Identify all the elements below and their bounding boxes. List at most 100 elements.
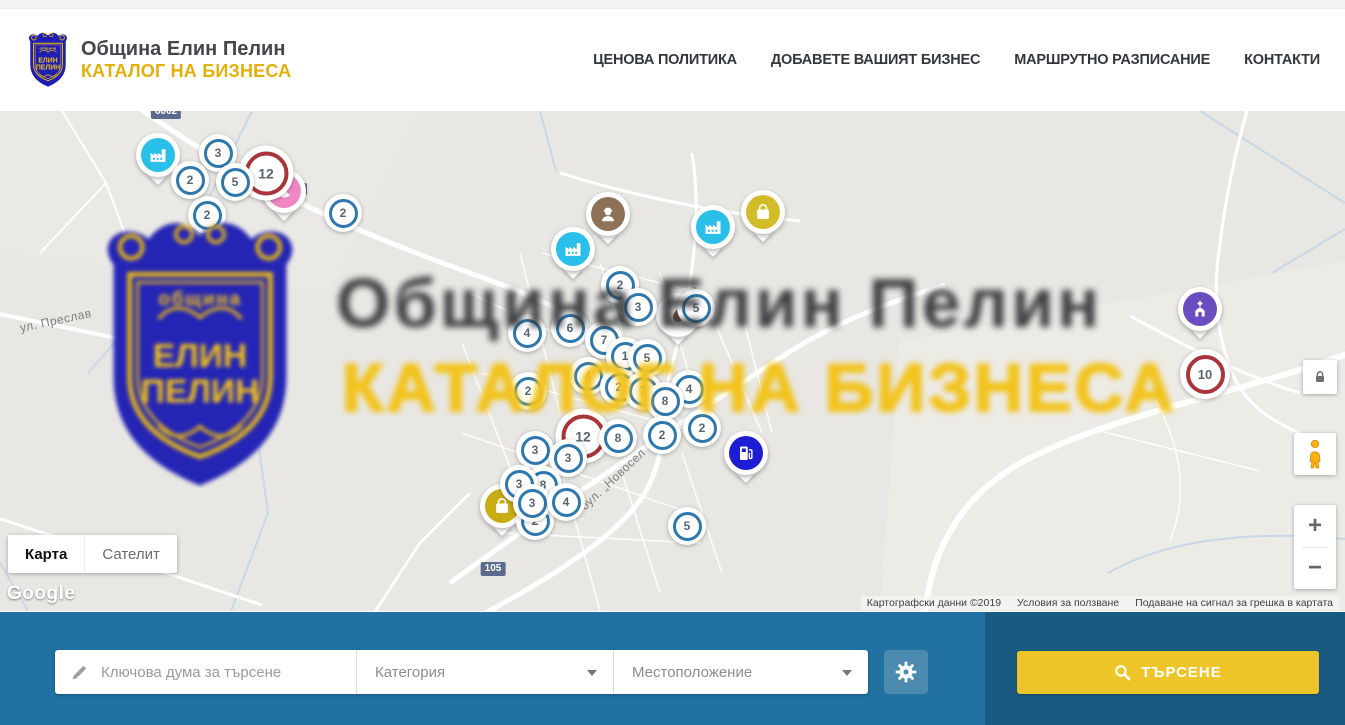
road-badge: 6002 bbox=[151, 111, 181, 119]
map-type-map-button[interactable]: Карта bbox=[8, 535, 84, 573]
cluster-count: 2 bbox=[176, 166, 205, 195]
cluster-marker[interactable]: 8 bbox=[599, 419, 637, 457]
worker-icon bbox=[598, 204, 618, 224]
map-attribution: Картографски данни ©2019 Условия за полз… bbox=[861, 596, 1339, 610]
cluster-marker[interactable]: 2 bbox=[643, 416, 681, 454]
cluster-count: 2 bbox=[329, 199, 358, 228]
pegman-icon bbox=[1302, 439, 1328, 469]
category-select[interactable]: Категория bbox=[357, 650, 614, 694]
zoom-in-button[interactable]: + bbox=[1294, 505, 1336, 547]
cluster-marker[interactable]: 4 bbox=[508, 314, 546, 352]
logo-text: Община Елин Пелин КАТАЛОГ НА БИЗНЕСА bbox=[81, 38, 291, 82]
cluster-marker[interactable]: 3 bbox=[516, 431, 554, 469]
cluster-marker[interactable]: 2 bbox=[683, 409, 721, 447]
cluster-marker[interactable]: 5 bbox=[668, 507, 706, 545]
cluster-count: 8 bbox=[651, 387, 680, 416]
cluster-count: 3 bbox=[521, 436, 550, 465]
map-canvas[interactable]: ул. Преславбул. „Новоселки“6002105 21232… bbox=[0, 111, 1345, 611]
svg-text:община: община bbox=[39, 45, 57, 50]
google-logo[interactable]: Google bbox=[7, 583, 75, 605]
location-select-value: Местоположение bbox=[632, 664, 752, 681]
gear-icon bbox=[895, 661, 917, 683]
report-error-link[interactable]: Подаване на сигнал за грешка в картата bbox=[1135, 597, 1333, 609]
municipality-crest-icon: община ЕЛИН ПЕЛИН bbox=[25, 31, 71, 89]
location-select[interactable]: Местоположение bbox=[614, 650, 868, 694]
road-badge: 105 bbox=[481, 562, 506, 576]
cluster-count: 2 bbox=[193, 201, 222, 230]
cluster-marker[interactable]: 8 bbox=[646, 382, 684, 420]
terms-link[interactable]: Условия за ползване bbox=[1017, 597, 1119, 609]
lock-button[interactable] bbox=[1303, 360, 1337, 394]
nav-item-add-business[interactable]: ДОБАВЕТЕ ВАШИЯТ БИЗНЕС bbox=[771, 52, 980, 68]
nav-item-pricing[interactable]: ЦЕНОВА ПОЛИТИКА bbox=[593, 52, 737, 68]
cluster-count: 5 bbox=[682, 294, 711, 323]
pencil-icon bbox=[71, 664, 88, 681]
search-button[interactable]: ТЪРСЕНЕ bbox=[1017, 651, 1319, 694]
cluster-marker[interactable]: 5 bbox=[216, 163, 254, 201]
cluster-count: 10 bbox=[1186, 355, 1225, 394]
chevron-down-icon bbox=[587, 670, 597, 676]
cluster-count: 3 bbox=[554, 444, 583, 473]
search-icon bbox=[1114, 664, 1131, 681]
map-pin-factory[interactable] bbox=[551, 227, 595, 276]
cluster-count: 4 bbox=[552, 488, 581, 517]
bag-icon bbox=[753, 202, 773, 222]
logo-title: Община Елин Пелин bbox=[81, 38, 291, 61]
zoom-control: + − bbox=[1294, 505, 1336, 589]
cluster-marker[interactable]: 4 bbox=[547, 483, 585, 521]
search-bar-left: Категория Местоположение bbox=[0, 612, 985, 725]
church-icon bbox=[1190, 299, 1210, 319]
cluster-marker[interactable]: 5 bbox=[628, 339, 666, 377]
nav-item-route-schedule[interactable]: МАРШРУТНО РАЗПИСАНИЕ bbox=[1014, 52, 1210, 68]
map-pin-factory[interactable] bbox=[691, 205, 735, 254]
cluster-marker[interactable]: 2 bbox=[509, 372, 547, 410]
keyword-field-wrap bbox=[55, 650, 357, 694]
cluster-count: 2 bbox=[648, 421, 677, 450]
map-pin-bag[interactable] bbox=[741, 190, 785, 239]
category-select-value: Категория bbox=[375, 664, 445, 681]
cluster-marker[interactable]: 2 bbox=[324, 194, 362, 232]
keyword-search-input[interactable] bbox=[55, 650, 356, 694]
cluster-count: 3 bbox=[518, 489, 547, 518]
page: община ЕЛИН ПЕЛИН Община Елин Пелин КАТА… bbox=[0, 0, 1345, 725]
cluster-marker[interactable]: 5 bbox=[677, 289, 715, 327]
cluster-count: 4 bbox=[574, 362, 603, 391]
nav-item-contacts[interactable]: КОНТАКТИ bbox=[1244, 52, 1320, 68]
pegman-button[interactable] bbox=[1294, 433, 1336, 475]
cluster-count: 5 bbox=[673, 512, 702, 541]
cluster-marker[interactable]: 3 bbox=[619, 288, 657, 326]
cluster-count: 8 bbox=[604, 424, 633, 453]
search-bar: Категория Местоположение bbox=[0, 612, 1345, 725]
factory-icon bbox=[148, 145, 168, 165]
top-strip bbox=[0, 0, 1345, 9]
cluster-count: 2 bbox=[688, 414, 717, 443]
map-pin-church[interactable] bbox=[1178, 287, 1222, 336]
svg-text:ЕЛИН: ЕЛИН bbox=[38, 57, 57, 64]
cluster-marker[interactable]: 3 bbox=[513, 484, 551, 522]
fuel-icon bbox=[736, 443, 756, 463]
cluster-count: 4 bbox=[513, 319, 542, 348]
svg-text:ПЕЛИН: ПЕЛИН bbox=[36, 65, 60, 72]
cluster-marker[interactable]: 2 bbox=[188, 196, 226, 234]
lock-icon bbox=[1312, 369, 1328, 385]
advanced-search-button[interactable] bbox=[884, 650, 928, 694]
factory-icon bbox=[563, 239, 583, 259]
map-type-control: Карта Сателит bbox=[8, 535, 177, 573]
cluster-count: 2 bbox=[514, 377, 543, 406]
header: община ЕЛИН ПЕЛИН Община Елин Пелин КАТА… bbox=[0, 9, 1345, 111]
cluster-count: 6 bbox=[556, 314, 585, 343]
chevron-down-icon bbox=[842, 670, 852, 676]
site-logo[interactable]: община ЕЛИН ПЕЛИН Община Елин Пелин КАТА… bbox=[25, 31, 291, 89]
map-type-satellite-button[interactable]: Сателит bbox=[84, 535, 177, 573]
cluster-marker[interactable]: 10 bbox=[1180, 349, 1230, 399]
cluster-marker[interactable]: 2 bbox=[171, 161, 209, 199]
factory-icon bbox=[703, 217, 723, 237]
cluster-count: 3 bbox=[624, 293, 653, 322]
search-group: Категория Местоположение bbox=[55, 650, 868, 694]
search-button-label: ТЪРСЕНЕ bbox=[1141, 664, 1222, 681]
cluster-marker[interactable]: 6 bbox=[551, 309, 589, 347]
zoom-out-button[interactable]: − bbox=[1294, 548, 1336, 590]
attribution-copyright: Картографски данни ©2019 bbox=[867, 597, 1001, 609]
map-pin-fuel[interactable] bbox=[724, 431, 768, 480]
search-bar-right: ТЪРСЕНЕ bbox=[985, 612, 1345, 725]
